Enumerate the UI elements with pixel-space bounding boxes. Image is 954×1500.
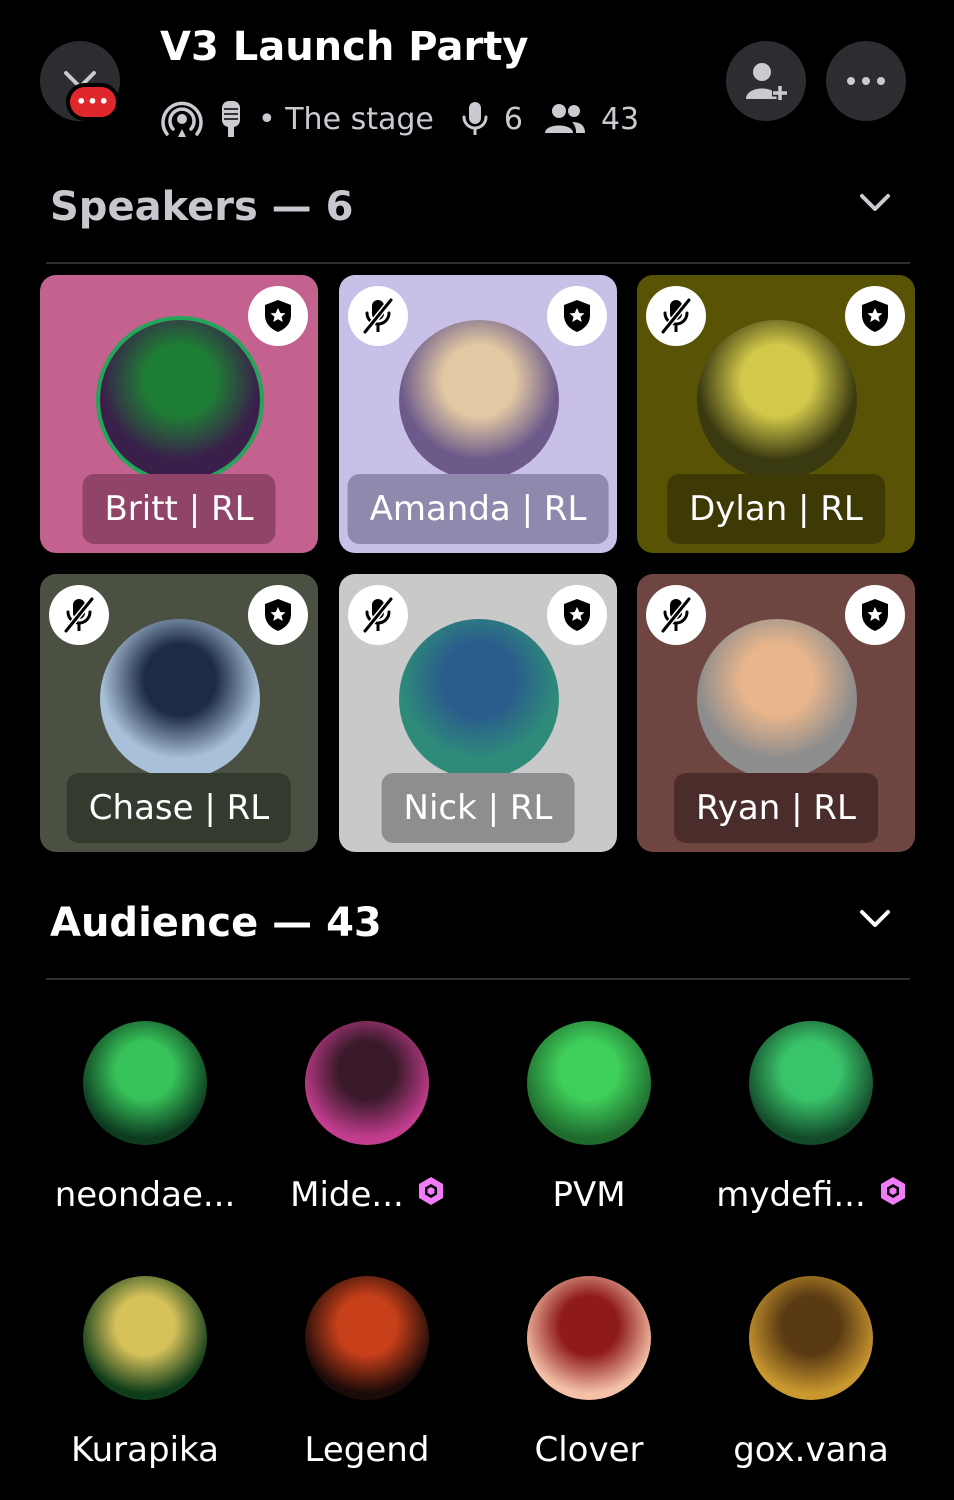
moderator-badge [248, 585, 308, 645]
audience-member[interactable]: Mide... [252, 1021, 482, 1215]
moderator-shield-icon [265, 599, 291, 631]
speaker-name: Britt | RL [82, 474, 276, 544]
invite-button[interactable] [726, 41, 806, 121]
muted-badge [646, 286, 706, 346]
stage-microphone-icon [222, 101, 240, 137]
audience-name: mydefi... [716, 1175, 866, 1215]
audience-name: Legend [304, 1430, 430, 1470]
audience-label: Clover [474, 1430, 704, 1470]
audience-avatar [305, 1021, 429, 1145]
add-user-icon [746, 63, 788, 101]
audience-collapse-toggle[interactable] [858, 908, 892, 934]
boost-badge [418, 1175, 444, 1215]
muted-badge [348, 585, 408, 645]
audience-name: Clover [534, 1430, 644, 1470]
moderator-badge [845, 585, 905, 645]
stage-broadcast-icon [161, 101, 203, 137]
speaker-name: Amanda | RL [347, 474, 609, 544]
moderator-shield-icon [564, 300, 590, 332]
audience-member[interactable]: neondae... [30, 1021, 260, 1215]
speaker-tile[interactable]: Ryan | RL [637, 574, 915, 852]
speaker-avatar [697, 619, 857, 779]
speaker-avatar [697, 320, 857, 480]
audience-label: gox.vana [696, 1430, 926, 1470]
muted-mic-icon [660, 298, 692, 334]
moderator-badge [547, 585, 607, 645]
more-options-button[interactable] [826, 41, 906, 121]
speaker-name: Nick | RL [381, 773, 575, 843]
muted-mic-icon [63, 597, 95, 633]
audience-name: Mide... [290, 1175, 404, 1215]
muted-mic-icon [660, 597, 692, 633]
speaker-avatar [100, 619, 260, 779]
speaker-tile[interactable]: Chase | RL [40, 574, 318, 852]
audience-avatar [749, 1276, 873, 1400]
speaker-name: Dylan | RL [667, 474, 885, 544]
audience-avatar [527, 1276, 651, 1400]
audience-label: mydefi... [696, 1175, 926, 1215]
audience-label: PVM [474, 1175, 704, 1215]
listener-count: 43 [600, 101, 640, 137]
stage-info-bar: • The stage 6 43 [160, 96, 639, 142]
audience-avatar [83, 1021, 207, 1145]
speakers-section-title: Speakers — 6 [50, 184, 354, 230]
audience-member[interactable]: Clover [474, 1276, 704, 1470]
moderator-shield-icon [564, 599, 590, 631]
speaker-avatar [399, 320, 559, 480]
audience-member[interactable]: Legend [252, 1276, 482, 1470]
chevron-down-icon [860, 194, 890, 211]
stage-title: V3 Launch Party [160, 24, 529, 70]
speaker-avatar [100, 320, 260, 480]
moderator-shield-icon [862, 300, 888, 332]
listeners-icon [544, 104, 585, 133]
audience-avatar [305, 1276, 429, 1400]
audience-name: neondae... [54, 1175, 236, 1215]
speakers-collapse-toggle[interactable] [858, 192, 892, 218]
audience-label: Kurapika [30, 1430, 260, 1470]
audience-name: PVM [552, 1175, 626, 1215]
audience-member[interactable]: PVM [474, 1021, 704, 1215]
notification-badge: ••• [66, 83, 120, 121]
speaker-avatar [399, 619, 559, 779]
audience-member[interactable]: Kurapika [30, 1276, 260, 1470]
muted-mic-icon [362, 298, 394, 334]
speaker-name: Ryan | RL [674, 773, 878, 843]
audience-member[interactable]: gox.vana [696, 1276, 926, 1470]
muted-badge [348, 286, 408, 346]
speaker-count: 6 [503, 101, 523, 137]
speaker-tile[interactable]: Britt | RL [40, 275, 318, 553]
moderator-shield-icon [862, 599, 888, 631]
moderator-badge [547, 286, 607, 346]
moderator-badge [248, 286, 308, 346]
audience-section-title: Audience — 43 [50, 900, 382, 946]
boost-badge [880, 1175, 906, 1215]
audience-member[interactable]: mydefi... [696, 1021, 926, 1215]
moderator-shield-icon [265, 300, 291, 332]
channel-name: • The stage [258, 101, 434, 137]
speaker-name: Chase | RL [66, 773, 292, 843]
speaker-tile[interactable]: Dylan | RL [637, 275, 915, 553]
server-boost-icon [418, 1177, 443, 1205]
muted-badge [646, 585, 706, 645]
moderator-badge [845, 286, 905, 346]
speakers-divider [46, 262, 910, 264]
more-dots-icon [847, 77, 885, 85]
speaker-tile[interactable]: Nick | RL [339, 574, 617, 852]
server-boost-icon [880, 1177, 905, 1205]
audience-avatar [749, 1021, 873, 1145]
audience-label: Legend [252, 1430, 482, 1470]
audience-name: gox.vana [733, 1430, 889, 1470]
speaker-tile[interactable]: Amanda | RL [339, 275, 617, 553]
muted-mic-icon [362, 597, 394, 633]
audience-name: Kurapika [71, 1430, 219, 1470]
chevron-down-icon [860, 910, 890, 927]
audience-divider [46, 978, 910, 980]
audience-label: Mide... [252, 1175, 482, 1215]
audience-label: neondae... [30, 1175, 260, 1215]
audience-avatar [527, 1021, 651, 1145]
muted-badge [49, 585, 109, 645]
audience-avatar [83, 1276, 207, 1400]
speakers-mic-icon [462, 102, 488, 135]
